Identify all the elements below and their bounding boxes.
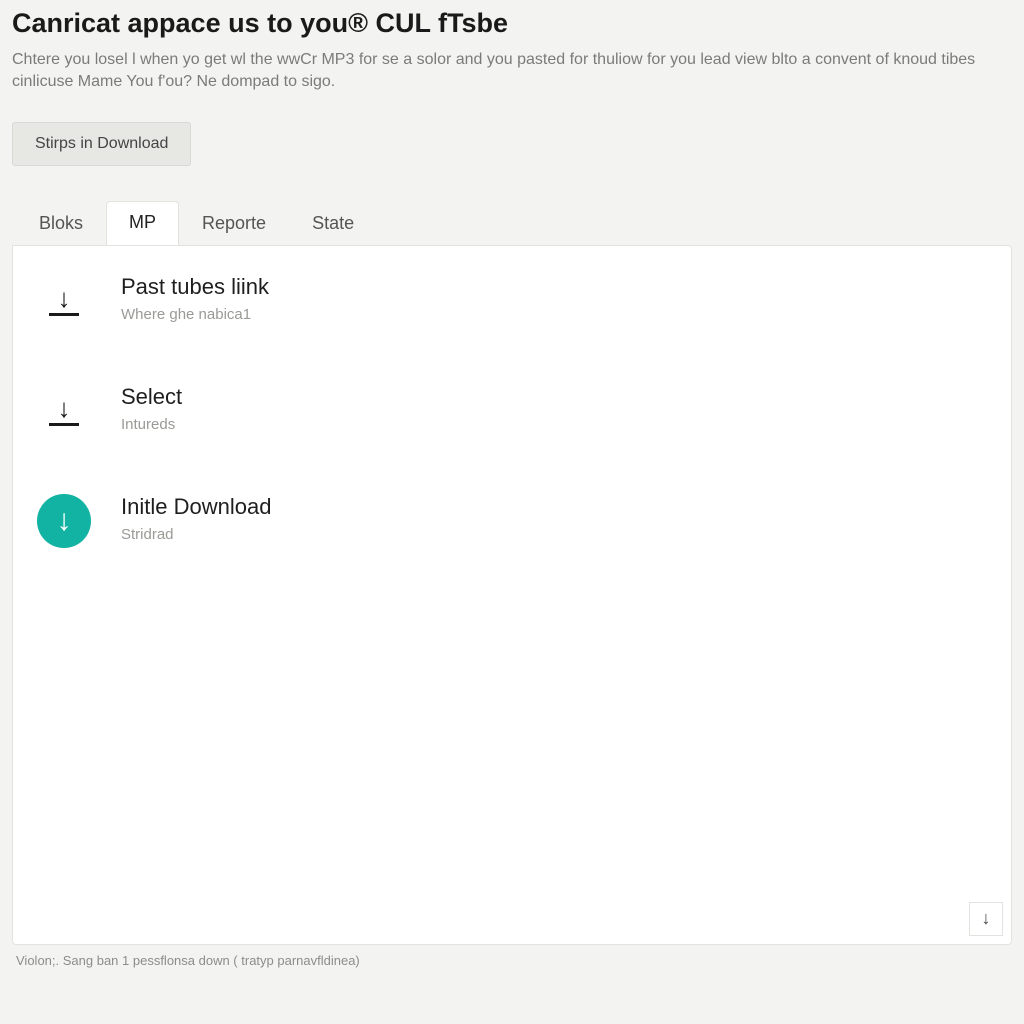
step-2-sub: Intureds <box>121 416 182 433</box>
tab-mp[interactable]: MP <box>106 201 179 246</box>
page-root: Canricat appace us to you® CUL fTsbe Cht… <box>0 0 1024 968</box>
step-2: ↓ Select Intureds <box>37 384 983 438</box>
tab-bloks[interactable]: Bloks <box>16 202 106 246</box>
page-title: Canricat appace us to you® CUL fTsbe <box>12 8 1012 39</box>
page-subtitle: Chtere you losel l when yo get wl the ww… <box>12 49 992 94</box>
step-3: ↓ Initle Download Stridrad <box>37 494 983 548</box>
scroll-down-button[interactable]: ↓ <box>969 902 1003 936</box>
step-3-body: Initle Download Stridrad <box>121 494 271 543</box>
step-2-title: Select <box>121 384 182 410</box>
step-1-body: Past tubes liink Where ghe nabica1 <box>121 274 269 323</box>
step-3-sub: Stridrad <box>121 526 271 543</box>
arrow-down-icon: ↓ <box>982 908 991 929</box>
steps-download-button[interactable]: Stirps in Download <box>12 122 191 166</box>
download-circle-icon: ↓ <box>37 494 91 548</box>
tab-panel: ↓ Past tubes liink Where ghe nabica1 ↓ S… <box>12 245 1012 945</box>
tab-bar: Bloks MP Reporte State <box>12 200 1012 245</box>
download-icon: ↓ <box>37 274 91 328</box>
footer-text: Violon;. Sang ban 1 pessflonsa down ( tr… <box>12 945 1012 968</box>
step-3-title: Initle Download <box>121 494 271 520</box>
step-1-title: Past tubes liink <box>121 274 269 300</box>
step-1-sub: Where ghe nabica1 <box>121 306 269 323</box>
download-icon: ↓ <box>37 384 91 438</box>
tab-state[interactable]: State <box>289 202 377 246</box>
step-2-body: Select Intureds <box>121 384 182 433</box>
step-1: ↓ Past tubes liink Where ghe nabica1 <box>37 274 983 328</box>
tab-reporte[interactable]: Reporte <box>179 202 289 246</box>
